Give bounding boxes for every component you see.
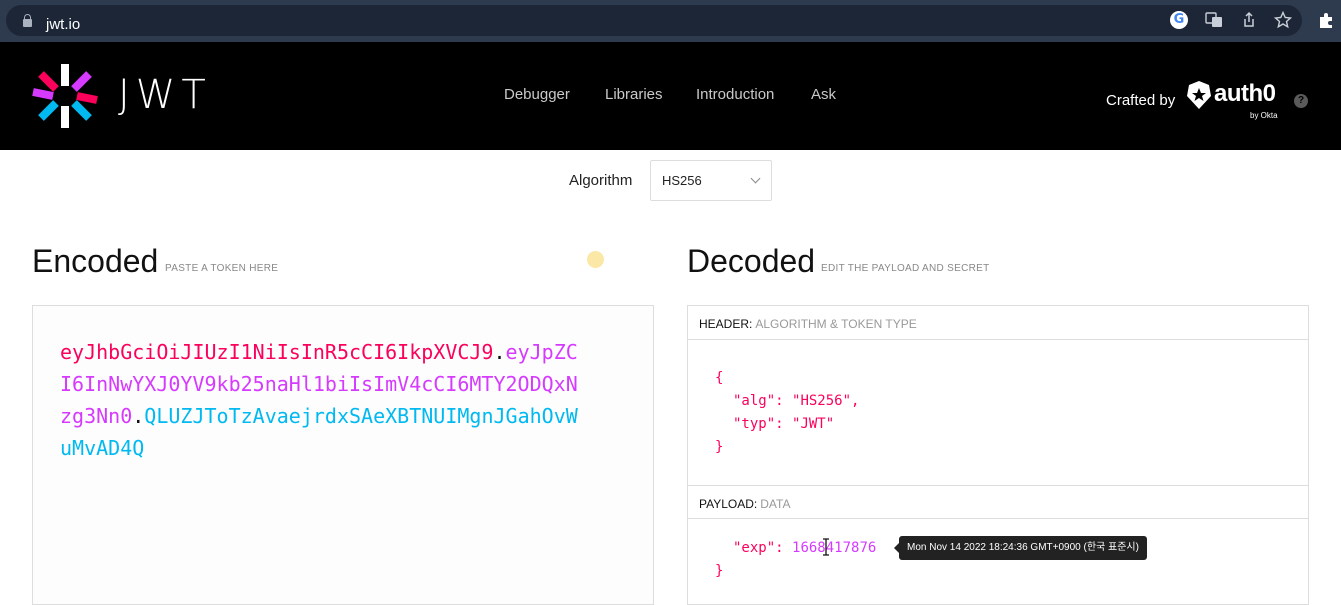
algorithm-value: HS256 (662, 173, 702, 188)
json-key-typ: "typ" (733, 416, 776, 432)
encoded-subtitle: PASTE A TOKEN HERE (165, 263, 279, 274)
encoded-token-editor[interactable]: eyJhbGciOiJIUzI1NiIsInR5cCI6IkpXVCJ9.eyJ… (32, 305, 654, 605)
site-header: JWT Debugger Libraries Introduction Ask … (0, 42, 1341, 150)
json-close-brace: } (715, 439, 724, 455)
json-key-exp: "exp" (733, 540, 776, 556)
nav-introduction[interactable]: Introduction (696, 86, 774, 103)
token-separator: . (132, 404, 145, 428)
highlight-dot (587, 251, 604, 268)
header-section-bar: HEADER: ALGORITHM & TOKEN TYPE (688, 306, 1308, 340)
jwt-logo-icon[interactable] (31, 62, 99, 130)
extensions-icon[interactable] (1317, 11, 1335, 29)
header-sublabel: ALGORITHM & TOKEN TYPE (755, 317, 917, 331)
encoded-title: Encoded (32, 243, 159, 279)
token-header-part: eyJhbGciOiJIUzI1NiIsInR5cCI6IkpXVCJ9 (60, 340, 494, 364)
nav-ask[interactable]: Ask (811, 86, 836, 103)
star-icon[interactable] (1273, 10, 1293, 29)
google-icon[interactable]: G (1170, 11, 1188, 29)
chevron-down-icon (750, 173, 761, 184)
text-cursor-icon (823, 538, 829, 556)
algorithm-select[interactable]: HS256 (650, 160, 772, 201)
translate-icon[interactable] (1205, 11, 1223, 29)
payload-label: PAYLOAD: (699, 497, 758, 511)
json-value-alg: "HS256" (792, 393, 852, 409)
json-open-brace: { (715, 370, 724, 386)
timestamp-tooltip: Mon Nov 14 2022 18:24:36 GMT+0900 (한국 표준… (894, 536, 1147, 560)
by-okta-label: by Okta (1250, 111, 1278, 120)
json-value-exp[interactable]: 1668417876 (792, 540, 876, 556)
token-separator: . (493, 340, 506, 364)
crafted-by-label: Crafted by (1106, 92, 1176, 109)
help-icon[interactable]: ? (1294, 94, 1308, 108)
algorithm-label: Algorithm (569, 172, 633, 189)
nav-debugger[interactable]: Debugger (504, 86, 570, 103)
auth0-star-icon[interactable] (1186, 80, 1212, 110)
json-key-alg: "alg" (733, 393, 776, 409)
json-close-brace: } (715, 563, 724, 579)
payload-sublabel: DATA (760, 497, 791, 511)
share-icon[interactable] (1240, 11, 1258, 29)
decoded-title: Decoded (687, 243, 816, 279)
lock-icon[interactable] (23, 14, 32, 27)
address-bar[interactable]: jwt.io (6, 5, 1302, 36)
decoded-subtitle: EDIT THE PAYLOAD AND SECRET (821, 263, 990, 274)
json-line-exp[interactable]: "exp": 1668417876 (733, 540, 876, 556)
auth0-logo[interactable]: auth0 (1214, 80, 1276, 108)
decoded-panel: HEADER: ALGORITHM & TOKEN TYPE { "alg": "… (687, 305, 1309, 605)
json-line-typ[interactable]: "typ": "JWT" (733, 416, 834, 432)
jwt-wordmark[interactable]: JWT (118, 72, 212, 118)
encoded-token-text[interactable]: eyJhbGciOiJIUzI1NiIsInR5cCI6IkpXVCJ9.eyJ… (60, 336, 580, 464)
header-label: HEADER: (699, 317, 753, 331)
url-text[interactable]: jwt.io (46, 16, 80, 33)
json-value-typ: "JWT" (792, 416, 835, 432)
nav-libraries[interactable]: Libraries (605, 86, 663, 103)
payload-section-bar: PAYLOAD: DATA (688, 485, 1308, 519)
browser-toolbar: jwt.io G (0, 0, 1341, 42)
json-line-alg[interactable]: "alg": "HS256", (733, 393, 859, 409)
